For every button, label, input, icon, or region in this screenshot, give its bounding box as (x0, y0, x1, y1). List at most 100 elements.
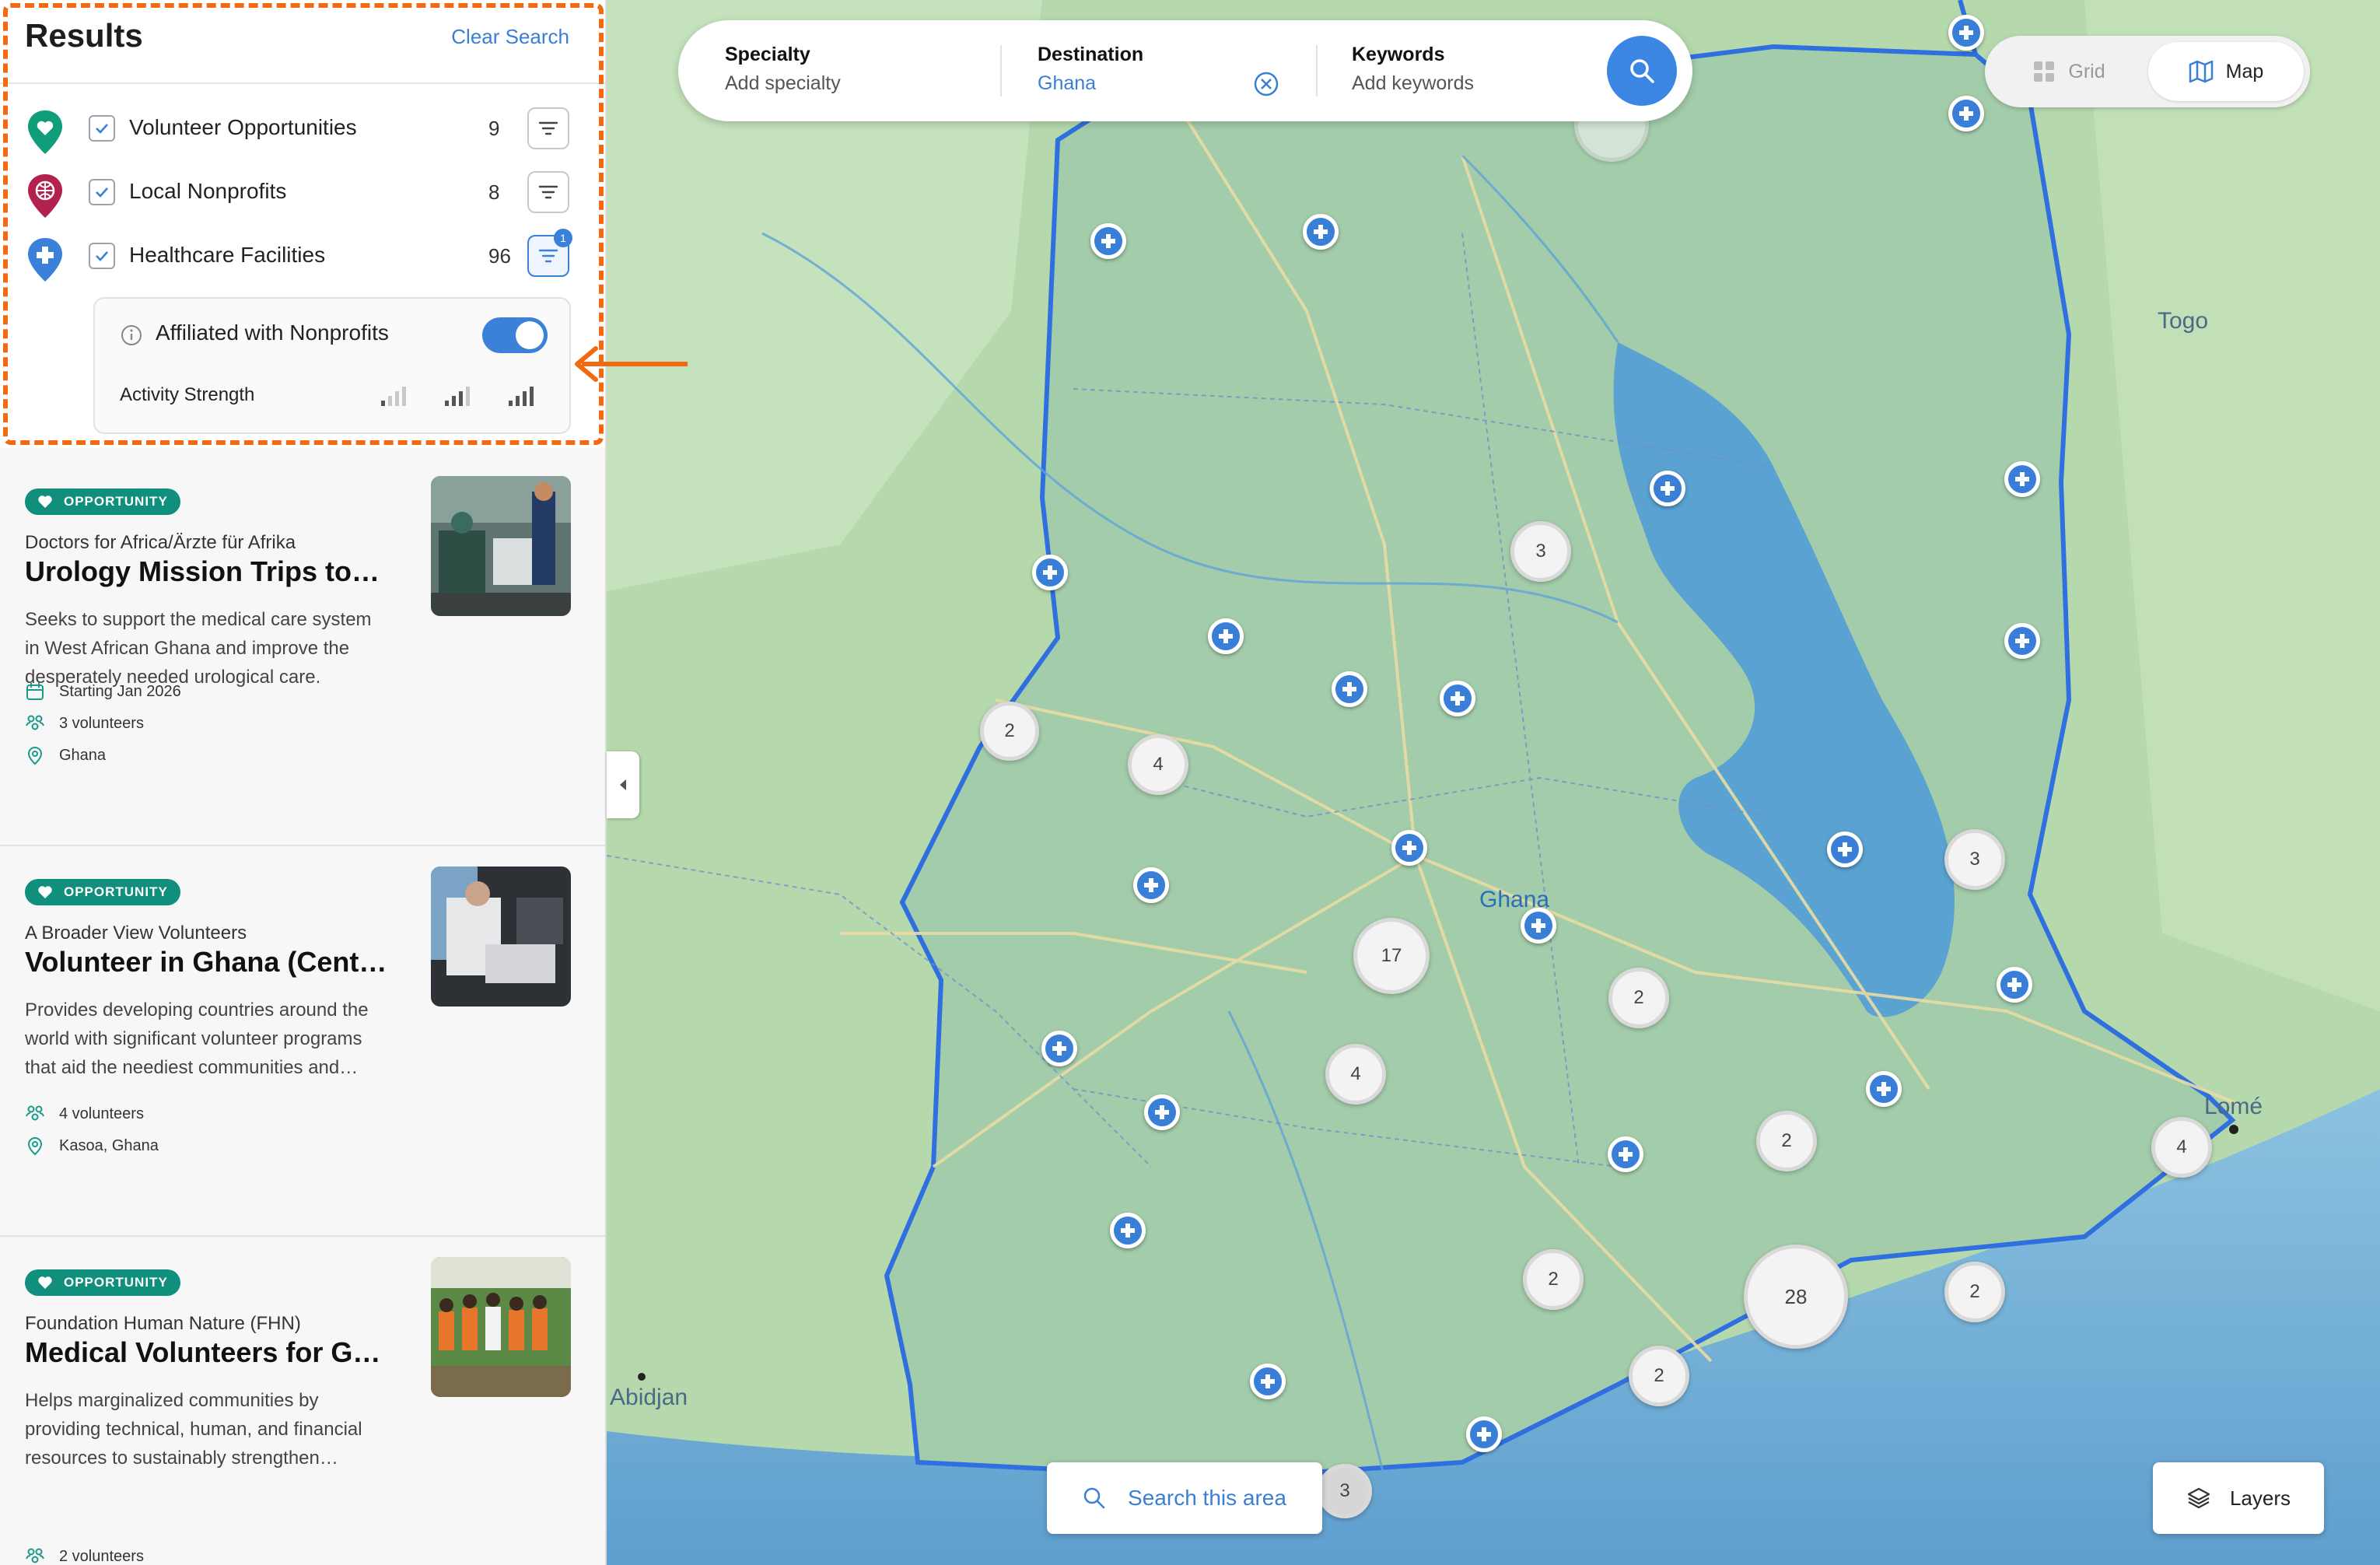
card-title[interactable]: Urology Mission Trips to… (25, 555, 390, 588)
meta-text: Starting Jan 2026 (59, 682, 181, 700)
destination-title: Destination (1038, 44, 1144, 65)
grid-view-button[interactable]: Grid (1993, 42, 2145, 101)
filter-lines-icon (538, 249, 558, 263)
healthcare-map-marker[interactable] (1521, 908, 1556, 944)
card-volunteers: 2 volunteers (25, 1546, 144, 1565)
specialty-input[interactable]: Add specialty (725, 72, 841, 95)
card-description: Provides developing countries around the… (25, 1000, 369, 1078)
layers-label: Layers (2229, 1486, 2291, 1510)
affiliated-toggle[interactable] (482, 317, 548, 353)
keywords-input[interactable]: Add keywords (1352, 72, 1474, 95)
volunteer-opportunities-checkbox[interactable] (89, 115, 115, 142)
healthcare-map-marker[interactable] (1997, 967, 2032, 1003)
local-nonprofits-checkbox[interactable] (89, 179, 115, 205)
search-area-label: Search this area (1128, 1486, 1286, 1510)
map-cluster[interactable]: 3 (1510, 521, 1571, 582)
map-cluster[interactable]: 28 (1744, 1245, 1848, 1349)
map-cluster[interactable]: 4 (1325, 1044, 1386, 1105)
healthcare-filter-button[interactable]: 1 (527, 229, 572, 277)
meta-text: 3 volunteers (59, 714, 144, 732)
clear-destination-icon[interactable] (1252, 70, 1280, 98)
map-cluster[interactable]: 2 (1608, 968, 1669, 1028)
specialty-field[interactable]: Specialty Add specialty (725, 44, 841, 95)
healthcare-map-marker[interactable] (1391, 830, 1427, 866)
opportunity-badge: OPPORTUNITY (25, 879, 180, 905)
search-submit-button[interactable] (1607, 36, 1677, 106)
collapse-sidebar-button[interactable] (607, 751, 639, 818)
healthcare-map-marker[interactable] (1090, 223, 1126, 259)
view-toggle: Grid Map (1985, 36, 2310, 107)
clear-search-link[interactable]: Clear Search (451, 25, 569, 49)
filter-count: 96 (488, 244, 511, 268)
map-canvas[interactable]: Togo Ghana Lomé Abidjan 3 2 4 17 4 2 3 2… (607, 0, 2380, 1565)
result-card[interactable]: OPPORTUNITY Doctors for Africa/Ärzte für… (0, 457, 605, 846)
card-description: Seeks to support the medical care system… (25, 609, 372, 688)
map-label: Map (2225, 60, 2264, 82)
card-thumbnail[interactable] (431, 1257, 571, 1397)
nonprofit-pin-icon (28, 174, 62, 218)
map-cluster[interactable]: 2 (1756, 1111, 1817, 1171)
map-cluster[interactable]: 2 (980, 702, 1039, 761)
map-cluster[interactable]: 17 (1353, 918, 1430, 994)
card-volunteers: 3 volunteers (25, 713, 144, 733)
destination-field[interactable]: Destination Ghana (1038, 44, 1143, 95)
nonprofit-filter-button[interactable] (527, 171, 569, 213)
caret-left-icon (620, 779, 626, 790)
healthcare-map-marker[interactable] (1303, 214, 1339, 250)
healthcare-map-marker[interactable] (1650, 471, 1685, 506)
card-title[interactable]: Volunteer in Ghana (Central… (25, 946, 390, 979)
healthcare-map-marker[interactable] (1133, 867, 1169, 903)
healthcare-map-marker[interactable] (1866, 1071, 1902, 1107)
healthcare-map-marker[interactable] (2004, 461, 2040, 497)
healthcare-map-marker[interactable] (1144, 1094, 1180, 1130)
healthcare-map-marker[interactable] (1948, 15, 1984, 51)
heart-icon (38, 886, 52, 898)
healthcare-facilities-checkbox[interactable] (89, 243, 115, 269)
result-card[interactable]: OPPORTUNITY Foundation Human Nature (FHN… (0, 1238, 605, 1565)
search-this-area-button[interactable]: Search this area (1047, 1462, 1322, 1534)
activity-low-option[interactable] (381, 384, 406, 406)
meta-text: Ghana (59, 746, 107, 764)
meta-text: 2 volunteers (59, 1547, 144, 1565)
card-title[interactable]: Medical Volunteers for Ghana (25, 1336, 390, 1369)
plus-icon (2007, 978, 2021, 992)
healthcare-map-marker[interactable] (2004, 623, 2040, 659)
divider (1000, 45, 1002, 96)
healthcare-map-marker[interactable] (1466, 1416, 1502, 1452)
calendar-icon (26, 683, 44, 700)
healthcare-map-marker[interactable] (1250, 1364, 1286, 1399)
map-cluster[interactable]: 3 (1318, 1464, 1372, 1518)
healthcare-map-marker[interactable] (1032, 555, 1068, 590)
map-cluster[interactable]: 3 (1944, 829, 2005, 890)
activity-medium-option[interactable] (445, 384, 470, 406)
info-icon[interactable] (120, 324, 143, 347)
map-cluster[interactable]: 4 (1128, 734, 1188, 795)
destination-input[interactable]: Ghana (1038, 72, 1143, 95)
healthcare-map-marker[interactable] (1110, 1213, 1146, 1248)
healthcare-map-marker[interactable] (1440, 681, 1475, 716)
activity-high-option[interactable] (509, 384, 534, 406)
card-thumbnail[interactable] (431, 867, 571, 1007)
healthcare-map-marker[interactable] (1041, 1031, 1077, 1066)
map-cluster[interactable]: 2 (1523, 1249, 1584, 1310)
healthcare-map-marker[interactable] (1827, 832, 1863, 867)
healthcare-map-marker[interactable] (1208, 618, 1244, 654)
filter-label: Healthcare Facilities (129, 243, 326, 267)
healthcare-map-marker[interactable] (1948, 96, 1984, 131)
card-thumbnail[interactable] (431, 476, 571, 616)
layers-button[interactable]: Layers (2153, 1462, 2324, 1534)
filter-row-healthcare-facilities: Healthcare Facilities 96 1 (25, 229, 572, 282)
keywords-field[interactable]: Keywords Add keywords (1352, 44, 1474, 95)
filter-count: 9 (488, 117, 500, 140)
result-card[interactable]: OPPORTUNITY A Broader View Volunteers Vo… (0, 848, 605, 1237)
map-cluster[interactable]: 4 (2151, 1117, 2212, 1178)
map-cluster[interactable]: 2 (1629, 1346, 1689, 1406)
healthcare-map-marker[interactable] (1332, 671, 1367, 707)
healthcare-map-marker[interactable] (1608, 1136, 1643, 1172)
volunteer-pin-icon (28, 110, 62, 154)
toggle-knob (516, 321, 544, 349)
card-location: Ghana (25, 745, 106, 765)
volunteer-filter-button[interactable] (527, 107, 569, 149)
map-view-button[interactable]: Map (2148, 42, 2304, 101)
map-cluster[interactable]: 2 (1944, 1262, 2005, 1322)
